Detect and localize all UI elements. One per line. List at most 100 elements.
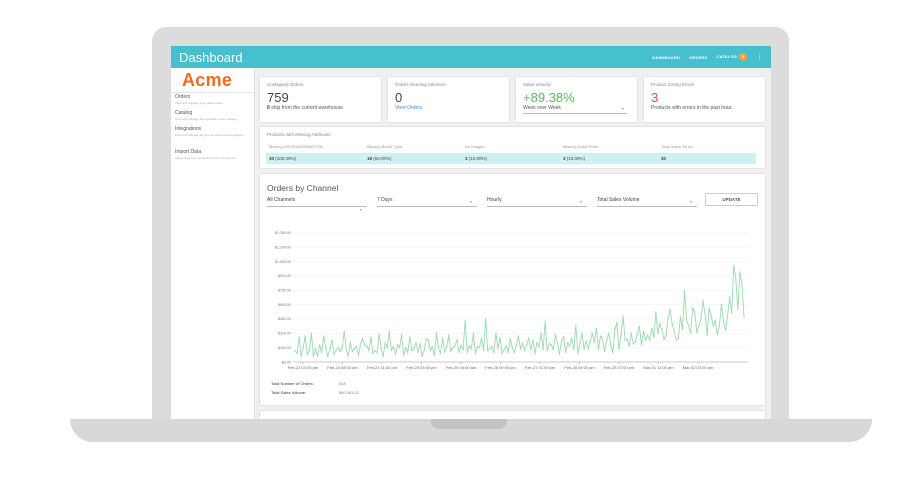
data-point	[577, 352, 579, 355]
chevron-down-icon: ▾	[622, 106, 625, 111]
data-point	[710, 315, 712, 317]
channel-select[interactable]: All Channels	[267, 197, 295, 203]
data-point	[450, 350, 452, 353]
data-point	[304, 335, 306, 337]
data-point	[634, 341, 637, 343]
data-point	[669, 308, 671, 311]
view-orders-link[interactable]: View Orders	[395, 105, 422, 111]
data-point	[544, 321, 546, 323]
data-point	[728, 296, 731, 298]
velocity-select[interactable]: Week over Week	[523, 105, 561, 111]
data-point	[583, 348, 585, 351]
data-point	[439, 352, 442, 355]
data-point	[415, 342, 417, 344]
sidebar-item-import-data[interactable]: Import Data Import data from external so…	[175, 149, 251, 160]
data-point	[419, 343, 421, 345]
data-point	[353, 347, 356, 350]
data-point	[345, 348, 347, 351]
data-point	[413, 347, 415, 350]
table-header: Missing Brand Type	[367, 144, 403, 149]
data-point	[443, 351, 446, 354]
data-point	[331, 339, 333, 341]
table-row[interactable]: 30 (100.00%) 18 (60.00%) 3 (10.00%) 3 (1…	[266, 153, 756, 164]
stat-sub: 8 ship from the current warehouse	[267, 105, 343, 111]
sidebar-item-integrations[interactable]: Integrations View and Manage all your se…	[175, 126, 251, 137]
data-point	[347, 355, 350, 357]
data-point	[431, 345, 434, 348]
data-point	[351, 350, 354, 353]
data-point	[417, 351, 419, 354]
range-select[interactable]: 7 Days	[377, 197, 393, 203]
data-point	[411, 349, 413, 352]
interval-select[interactable]: Hourly	[487, 197, 501, 203]
nav-catalog[interactable]: CATALOG 3	[716, 53, 747, 61]
data-point	[480, 337, 483, 339]
x-tick-label: Feb-24 11:00 pm	[367, 365, 398, 370]
stat-label: Orders Needing Attention	[395, 82, 446, 87]
data-point	[636, 333, 639, 335]
acme-logo[interactable]: Acme	[182, 70, 232, 91]
sidebar-item-label: Import Data	[175, 149, 202, 155]
data-point	[657, 332, 659, 334]
data-point	[318, 344, 321, 346]
data-point	[462, 348, 464, 351]
totals-label: Total Sales Volume:	[271, 390, 307, 395]
update-button[interactable]: UPDATE	[705, 193, 758, 206]
nav-dashboard[interactable]: DASHBOARD	[652, 55, 680, 60]
data-point	[720, 303, 723, 306]
stat-sub-text: ship from the current warehouse	[269, 105, 343, 111]
data-point	[433, 354, 436, 356]
card-listing-errors: Product Listing Errors 3 Products with e…	[644, 77, 765, 122]
data-point	[374, 349, 376, 352]
card-unshipped-orders: Unshipped Orders 759 8 ship from the cur…	[260, 77, 381, 122]
table-cell: 18 (60.00%)	[367, 156, 392, 161]
data-point	[628, 345, 630, 347]
data-point	[667, 317, 669, 319]
stat-value: 0	[395, 90, 403, 105]
data-point	[735, 278, 737, 280]
x-tick-label: Mar-02 03:00 am	[683, 365, 714, 370]
data-point	[364, 344, 366, 346]
kebab-icon[interactable]: ⋮	[756, 53, 763, 61]
data-point	[640, 344, 643, 346]
x-tick-label: Feb-25 03:00 pm	[406, 365, 437, 370]
data-point	[376, 351, 378, 354]
data-point	[325, 346, 327, 349]
data-point	[302, 346, 304, 349]
data-point	[300, 355, 302, 357]
data-point	[743, 316, 745, 318]
data-point	[556, 342, 559, 344]
sidebar-item-desc: Import data from external sources into S…	[175, 156, 236, 160]
data-point	[298, 336, 300, 338]
range-select-underline	[377, 206, 477, 207]
sidebar-item-catalog[interactable]: Catalog View and manage the products in …	[175, 110, 251, 121]
totals-value: $40,063.12	[339, 390, 360, 395]
x-tick-label: Feb-27 01:00 pm	[525, 365, 556, 370]
data-point	[571, 337, 573, 339]
data-point	[458, 351, 460, 354]
data-point	[663, 338, 665, 340]
data-point	[673, 330, 675, 333]
orders-line-chart: $0.00 $150.00 $300.00 $450.00 $600.00 $750.00…	[275, 231, 748, 370]
data-point	[507, 351, 509, 354]
data-point	[677, 337, 680, 339]
data-point	[341, 346, 343, 349]
data-point	[468, 345, 470, 347]
data-point	[394, 353, 397, 356]
chart-title: Orders by Channel	[267, 183, 339, 193]
data-point	[644, 339, 647, 341]
x-tick-label: Feb-26 06:00 am	[446, 365, 477, 370]
data-point	[714, 320, 716, 322]
nav-orders[interactable]: ORDERS	[689, 55, 707, 60]
data-point	[361, 338, 364, 340]
sidebar-item-orders[interactable]: Orders View and manage your sales orders	[175, 94, 251, 105]
data-point	[665, 334, 667, 336]
chevron-down-icon: ▾	[580, 199, 583, 204]
x-tick-label: Feb-26 09:00 pm	[485, 365, 516, 370]
data-point	[472, 332, 475, 334]
data-point	[655, 311, 657, 313]
metric-select[interactable]: Total Sales Volume	[597, 197, 640, 203]
stat-label: Sales Velocity	[523, 82, 552, 87]
data-point	[661, 329, 663, 332]
data-point	[683, 290, 686, 292]
